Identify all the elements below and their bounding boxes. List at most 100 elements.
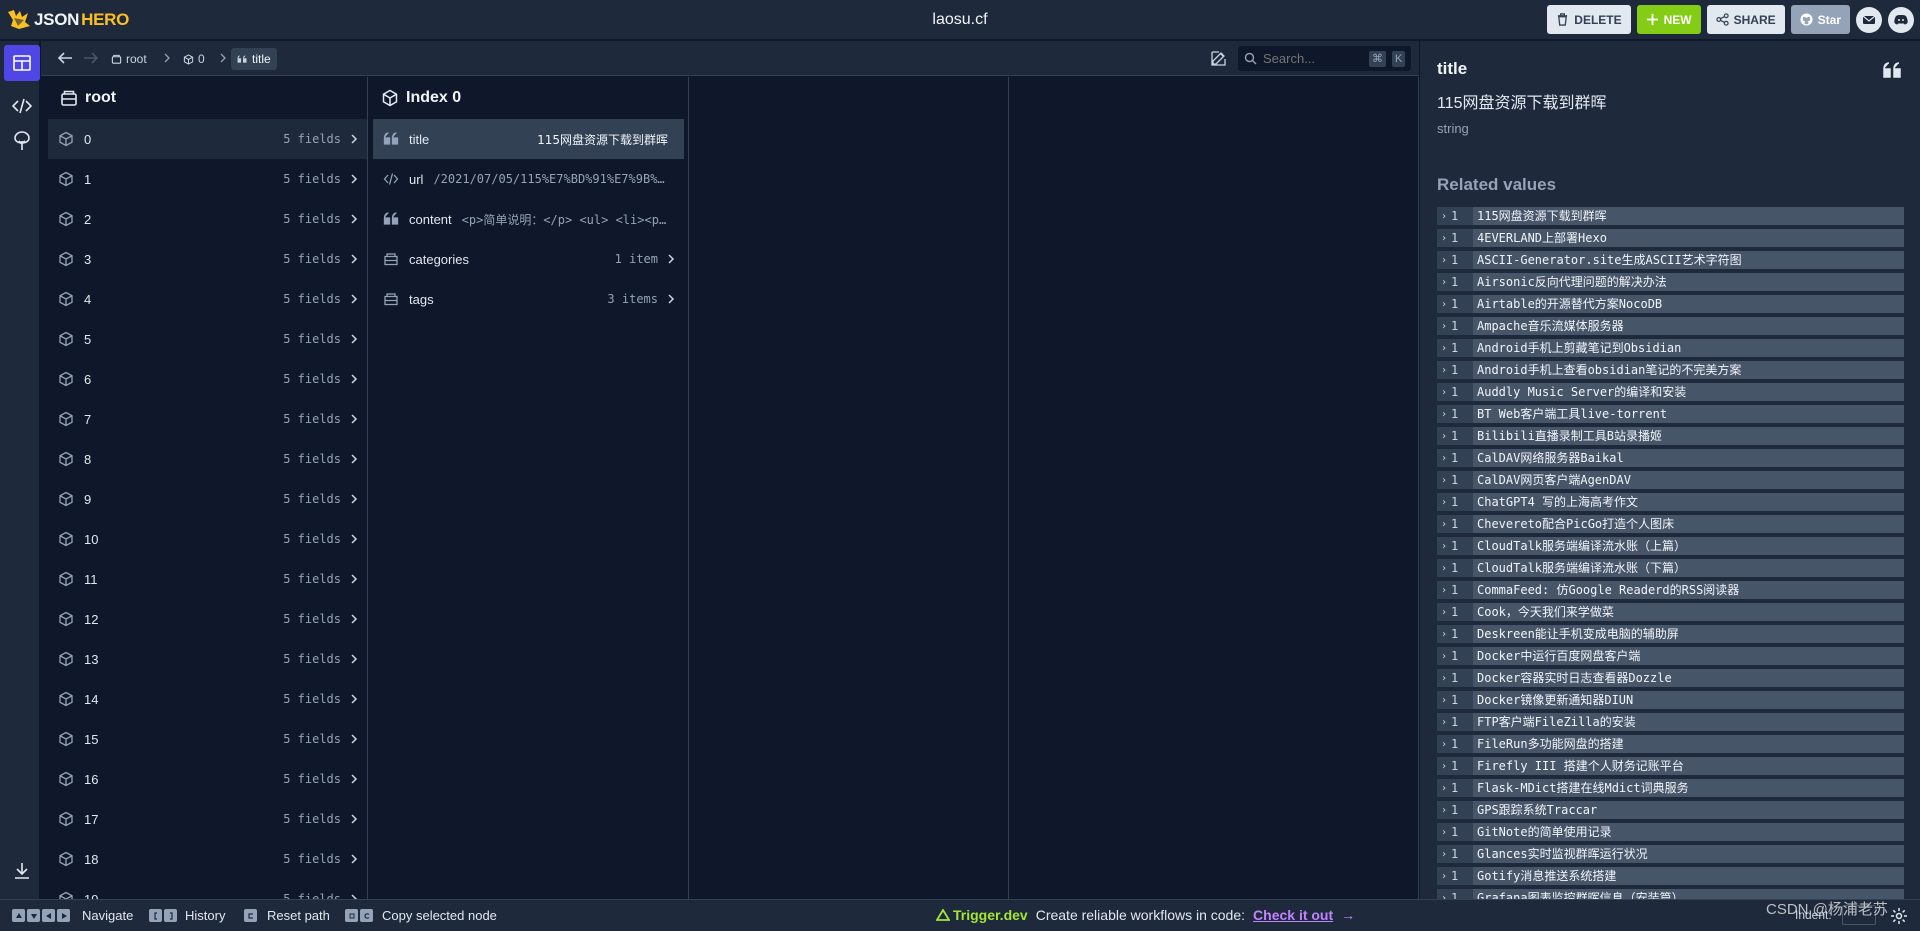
expand-chevron-icon[interactable]: › (1437, 365, 1451, 376)
field-row-url[interactable]: url/2021/07/05/115%E7%BD%91%E7%9B%98... (373, 159, 684, 199)
expand-chevron-icon[interactable]: › (1437, 827, 1451, 838)
share-button[interactable]: SHARE (1706, 5, 1785, 34)
expand-chevron-icon[interactable]: › (1437, 343, 1451, 354)
expand-chevron-icon[interactable]: › (1437, 783, 1451, 794)
related-value-item[interactable]: › 1 Docker中运行百度网盘客户端 (1437, 647, 1904, 665)
related-value-item[interactable]: › 1 Deskreen能让手机变成电脑的辅助屏 (1437, 625, 1904, 643)
related-value-item[interactable]: › 1 Airtable的开源替代方案NocoDB (1437, 295, 1904, 313)
app-logo[interactable]: JSON HERO (6, 8, 129, 32)
field-row-tags[interactable]: tags 3 items (373, 279, 684, 319)
field-row-content[interactable]: content <p>简单说明：</p> <ul> <li><p>… (373, 199, 684, 239)
related-value-item[interactable]: › 1 ASCII-Generator.site生成ASCII艺术字符图 (1437, 251, 1904, 269)
expand-chevron-icon[interactable]: › (1437, 475, 1451, 486)
expand-chevron-icon[interactable]: › (1437, 695, 1451, 706)
root-row[interactable]: 12 5 fields (48, 599, 367, 639)
root-row[interactable]: 17 5 fields (48, 799, 367, 839)
related-value-item[interactable]: › 1 Bilibili直播录制工具B站录播姬 (1437, 427, 1904, 445)
root-row[interactable]: 7 5 fields (48, 399, 367, 439)
related-value-item[interactable]: › 1 CloudTalk服务端编译流水账（上篇） (1437, 537, 1904, 555)
expand-chevron-icon[interactable]: › (1437, 673, 1451, 684)
root-row[interactable]: 19 5 fields (48, 879, 367, 899)
related-value-item[interactable]: › 1 Cook，今天我们来学做菜 (1437, 603, 1904, 621)
expand-chevron-icon[interactable]: › (1437, 321, 1451, 332)
expand-chevron-icon[interactable]: › (1437, 849, 1451, 860)
related-value-item[interactable]: › 1 GitNote的简单使用记录 (1437, 823, 1904, 841)
breadcrumb-index[interactable]: 0 (177, 48, 211, 70)
related-value-item[interactable]: › 1 Gotify消息推送系统搭建 (1437, 867, 1904, 885)
related-value-item[interactable]: › 1 Docker容器实时日志查看器Dozzle (1437, 669, 1904, 687)
breadcrumb-root[interactable]: root (105, 48, 153, 70)
expand-chevron-icon[interactable]: › (1437, 519, 1451, 530)
field-row-title[interactable]: title 115网盘资源下载到群晖 (373, 119, 684, 159)
related-value-item[interactable]: › 1 GPS跟踪系统Traccar (1437, 801, 1904, 819)
root-row[interactable]: 15 5 fields (48, 719, 367, 759)
search-input[interactable] (1263, 51, 1363, 66)
expand-chevron-icon[interactable]: › (1437, 563, 1451, 574)
related-value-item[interactable]: › 1 Docker镜像更新通知器DIUN (1437, 691, 1904, 709)
root-row[interactable]: 13 5 fields (48, 639, 367, 679)
discord-button[interactable] (1888, 6, 1914, 33)
forward-arrow-icon[interactable] (82, 49, 100, 67)
expand-chevron-icon[interactable]: › (1437, 211, 1451, 222)
root-row[interactable]: 8 5 fields (48, 439, 367, 479)
expand-chevron-icon[interactable]: › (1437, 255, 1451, 266)
gear-icon[interactable] (1890, 907, 1908, 925)
root-row[interactable]: 2 5 fields (48, 199, 367, 239)
related-value-item[interactable]: › 1 4EVERLAND上部署Hexo (1437, 229, 1904, 247)
expand-chevron-icon[interactable]: › (1437, 431, 1451, 442)
root-row[interactable]: 5 5 fields (48, 319, 367, 359)
related-value-item[interactable]: › 1 115网盘资源下载到群晖 (1437, 207, 1904, 225)
related-value-item[interactable]: › 1 Airsonic反向代理问题的解决办法 (1437, 273, 1904, 291)
related-value-item[interactable]: › 1 FileRun多功能网盘的搭建 (1437, 735, 1904, 753)
expand-chevron-icon[interactable]: › (1437, 739, 1451, 750)
expand-chevron-icon[interactable]: › (1437, 277, 1451, 288)
expand-chevron-icon[interactable]: › (1437, 233, 1451, 244)
expand-chevron-icon[interactable]: › (1437, 497, 1451, 508)
expand-chevron-icon[interactable]: › (1437, 871, 1451, 882)
column-view-button[interactable] (4, 45, 40, 81)
root-row[interactable]: 0 5 fields (48, 119, 367, 159)
related-value-item[interactable]: › 1 Android手机上查看obsidian笔记的不完美方案 (1437, 361, 1904, 379)
expand-chevron-icon[interactable]: › (1437, 651, 1451, 662)
expand-chevron-icon[interactable]: › (1437, 761, 1451, 772)
related-value-item[interactable]: › 1 CloudTalk服务端编译流水账（下篇） (1437, 559, 1904, 577)
related-value-item[interactable]: › 1 Android手机上剪藏笔记到Obsidian (1437, 339, 1904, 357)
expand-chevron-icon[interactable]: › (1437, 607, 1451, 618)
new-button[interactable]: NEW (1636, 5, 1701, 34)
related-value-item[interactable]: › 1 BT Web客户端工具live-torrent (1437, 405, 1904, 423)
related-value-item[interactable]: › 1 Flask-MDict搭建在线Mdict词典服务 (1437, 779, 1904, 797)
expand-chevron-icon[interactable]: › (1437, 387, 1451, 398)
related-value-item[interactable]: › 1 FTP客户端FileZilla的安装 (1437, 713, 1904, 731)
detail-value[interactable]: 115网盘资源下载到群晖 (1437, 89, 1607, 113)
root-row[interactable]: 3 5 fields (48, 239, 367, 279)
related-value-item[interactable]: › 1 ChatGPT4 写的上海高考作文 (1437, 493, 1904, 511)
root-row[interactable]: 9 5 fields (48, 479, 367, 519)
expand-chevron-icon[interactable]: › (1437, 805, 1451, 816)
root-row[interactable]: 6 5 fields (48, 359, 367, 399)
expand-chevron-icon[interactable]: › (1437, 717, 1451, 728)
expand-chevron-icon[interactable]: › (1437, 541, 1451, 552)
expand-chevron-icon[interactable]: › (1437, 453, 1451, 464)
tree-view-button[interactable] (4, 123, 40, 159)
download-button[interactable] (4, 853, 40, 889)
root-row[interactable]: 16 5 fields (48, 759, 367, 799)
github-star-button[interactable]: Star (1790, 5, 1850, 34)
back-arrow-icon[interactable] (56, 49, 74, 67)
related-value-item[interactable]: › 1 CommaFeed: 仿Google Readerd的RSS阅读器 (1437, 581, 1904, 599)
edit-icon[interactable] (1209, 48, 1229, 68)
root-row[interactable]: 1 5 fields (48, 159, 367, 199)
expand-chevron-icon[interactable]: › (1437, 629, 1451, 640)
related-value-item[interactable]: › 1 Auddly Music Server的编译和安装 (1437, 383, 1904, 401)
delete-button[interactable]: DELETE (1547, 5, 1631, 34)
root-row[interactable]: 18 5 fields (48, 839, 367, 879)
related-value-item[interactable]: › 1 Ampache音乐流媒体服务器 (1437, 317, 1904, 335)
related-value-item[interactable]: › 1 CalDAV网页客户端AgenDAV (1437, 471, 1904, 489)
root-row[interactable]: 4 5 fields (48, 279, 367, 319)
related-value-item[interactable]: › 1 Chevereto配合PicGo打造个人图床 (1437, 515, 1904, 533)
expand-chevron-icon[interactable]: › (1437, 409, 1451, 420)
breadcrumb-title[interactable]: title (231, 48, 277, 70)
related-value-item[interactable]: › 1 CalDAV网络服务器Baikal (1437, 449, 1904, 467)
related-value-item[interactable]: › 1 Glances实时监视群晖运行状况 (1437, 845, 1904, 863)
related-value-item[interactable]: › 1 Firefly III 搭建个人财务记账平台 (1437, 757, 1904, 775)
mail-button[interactable] (1856, 6, 1882, 33)
